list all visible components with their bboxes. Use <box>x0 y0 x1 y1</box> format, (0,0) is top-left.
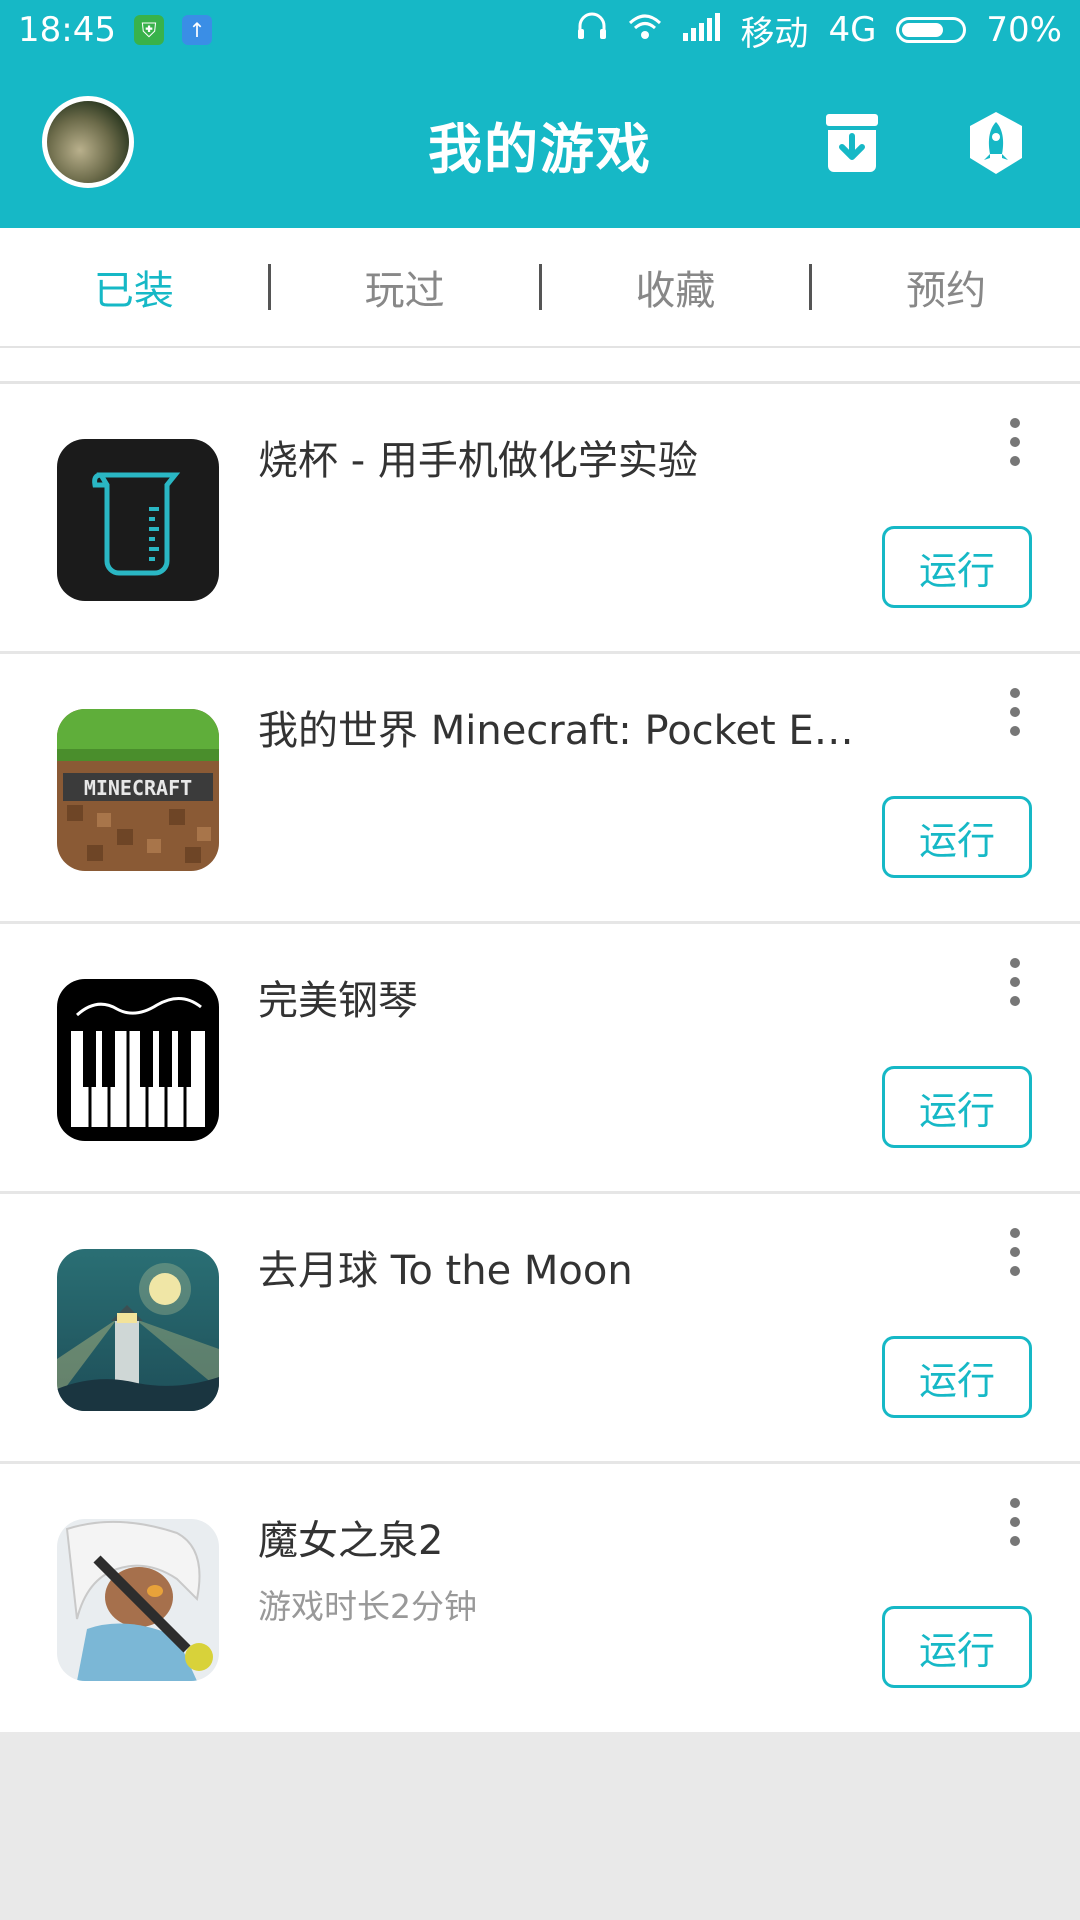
list-item[interactable]: 魔女之泉2 游戏时长2分钟 运行 <box>0 1464 1080 1732</box>
tab-installed[interactable]: 已装 <box>0 258 268 316</box>
battery-icon <box>896 17 967 43</box>
list-item[interactable]: 烧杯 - 用手机做化学实验 运行 <box>0 384 1080 654</box>
empty-area <box>0 1732 1080 1915</box>
more-options-icon[interactable] <box>1010 688 1024 736</box>
list-item[interactable]: MINECRAFT 我的世界 Minecraft: Pocket Ed… 运行 <box>0 654 1080 924</box>
wifi-icon <box>628 10 662 50</box>
run-button[interactable]: 运行 <box>882 526 1032 608</box>
run-button[interactable]: 运行 <box>882 1336 1032 1418</box>
run-button[interactable]: 运行 <box>882 1066 1032 1148</box>
rocket-icon[interactable] <box>966 110 1026 176</box>
game-name: 魔女之泉2 <box>258 1518 444 1564</box>
signal-icon <box>682 10 721 50</box>
battery-percent: 70% <box>986 10 1062 50</box>
play-duration: 游戏时长2分钟 <box>258 1587 477 1626</box>
minecraft-icon: MINECRAFT <box>57 709 219 871</box>
network-type: 4G <box>828 10 877 50</box>
game-list: 烧杯 - 用手机做化学实验 运行 MINECRAFT 我的世界 Minecraf… <box>0 384 1080 1732</box>
svg-text:MINECRAFT: MINECRAFT <box>84 776 192 800</box>
more-options-icon[interactable] <box>1010 418 1024 466</box>
headphones-icon <box>576 10 608 50</box>
run-button[interactable]: 运行 <box>882 796 1032 878</box>
tab-favorites[interactable]: 收藏 <box>542 258 810 316</box>
list-item[interactable]: 完美钢琴 运行 <box>0 924 1080 1194</box>
page-title: 我的游戏 <box>428 117 652 181</box>
piano-icon <box>57 979 219 1141</box>
run-button[interactable]: 运行 <box>882 1606 1032 1688</box>
moon-lighthouse-icon <box>57 1249 219 1411</box>
game-name: 去月球 To the Moon <box>258 1248 633 1294</box>
app-header: 我的游戏 <box>0 60 1080 228</box>
more-options-icon[interactable] <box>1010 1498 1024 1546</box>
witch-character-icon <box>57 1519 219 1681</box>
game-name: 完美钢琴 <box>258 978 418 1024</box>
list-spacer <box>0 348 1080 384</box>
tab-bar: 已装 玩过 收藏 预约 <box>0 228 1080 348</box>
status-time: 18:45 <box>18 10 116 50</box>
game-name: 我的世界 Minecraft: Pocket Ed… <box>258 708 858 754</box>
game-name: 烧杯 - 用手机做化学实验 <box>258 438 698 484</box>
tab-played[interactable]: 玩过 <box>271 258 539 316</box>
download-box-icon[interactable] <box>822 110 882 176</box>
more-options-icon[interactable] <box>1010 1228 1024 1276</box>
list-item[interactable]: 去月球 To the Moon 运行 <box>0 1194 1080 1464</box>
beaker-icon <box>57 439 219 601</box>
more-options-icon[interactable] <box>1010 958 1024 1006</box>
tab-reserved[interactable]: 预约 <box>812 258 1080 316</box>
carrier-name: 移动 <box>740 13 809 54</box>
upload-arrow-icon: ↑ <box>181 15 212 45</box>
avatar[interactable] <box>42 96 134 188</box>
status-bar: 18:45 ⛨ ↑ 移动 4G 70% <box>0 0 1080 60</box>
shield-icon: ⛨ <box>133 15 164 45</box>
